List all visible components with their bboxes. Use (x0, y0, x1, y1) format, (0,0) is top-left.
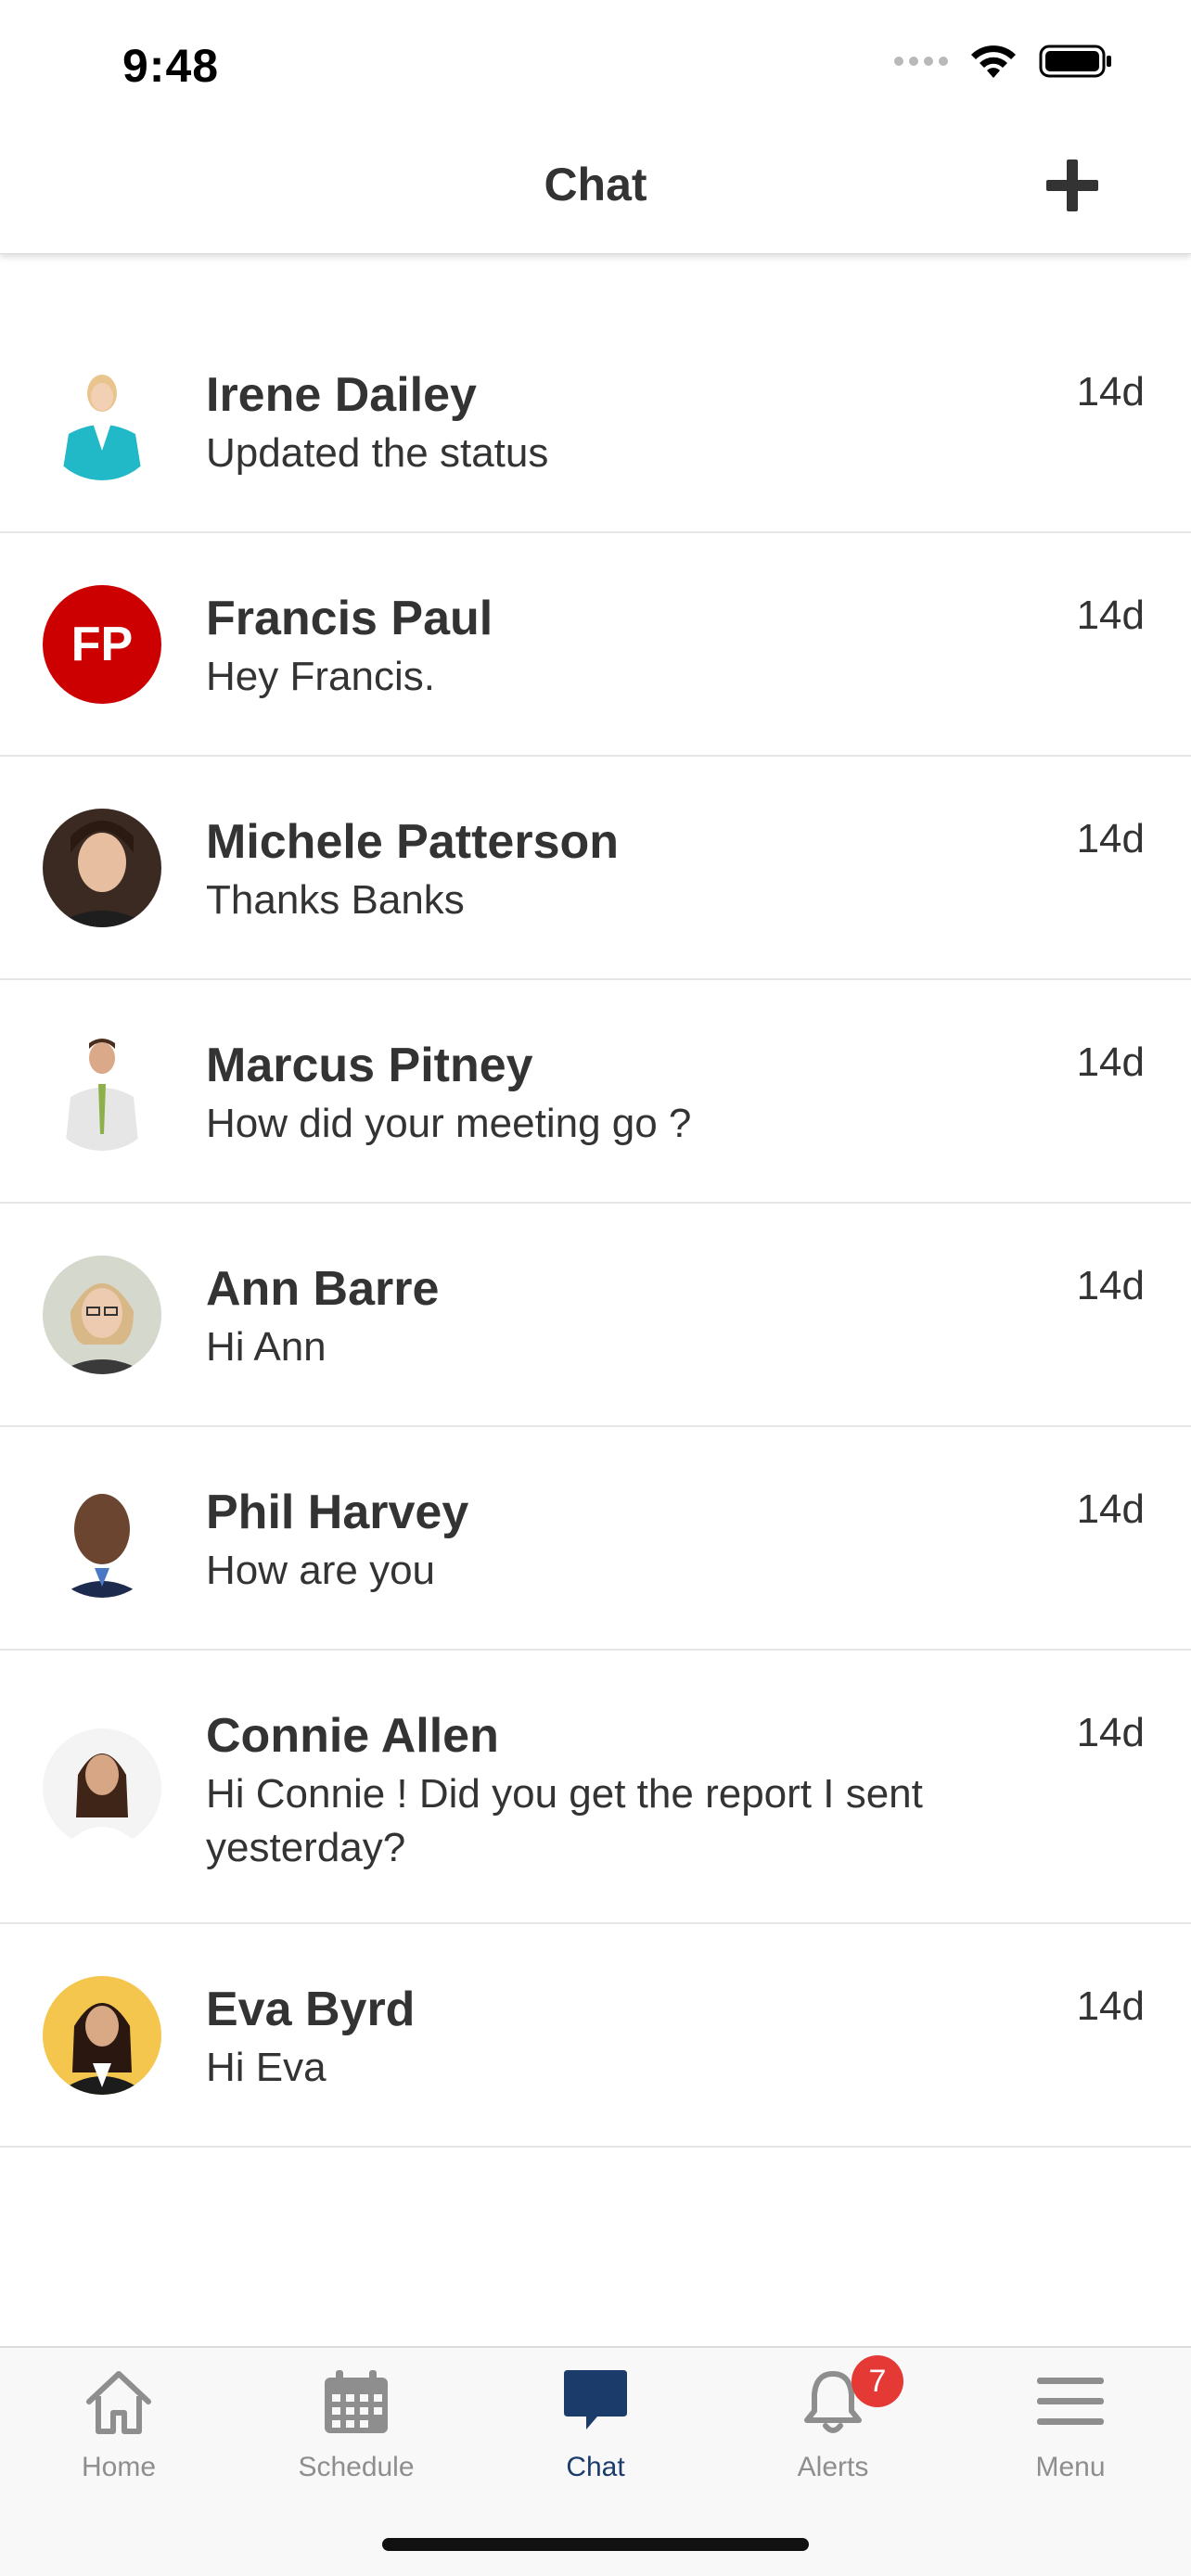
contact-name: Connie Allen (206, 1709, 499, 1763)
chat-bubble-icon (564, 2370, 627, 2429)
message-time: 14d (1076, 1039, 1145, 1085)
last-message: How are you (206, 1548, 436, 1593)
chat-list-item[interactable]: Phil Harvey How are you 14d (0, 1427, 1191, 1651)
alerts-badge: 7 (852, 2355, 903, 2407)
initials-avatar: FP (43, 585, 161, 704)
chat-list-item[interactable]: FP Francis Paul Hey Francis. 14d (0, 533, 1191, 757)
avatar (43, 1032, 161, 1151)
status-time: 9:48 (122, 40, 220, 92)
last-message: How did your meeting go ? (206, 1101, 692, 1146)
contact-name: Francis Paul (206, 592, 493, 645)
navigation-bar: Chat (0, 130, 1191, 254)
message-time: 14d (1076, 1263, 1145, 1308)
chat-list-item[interactable]: Irene Dailey Updated the status 14d (0, 310, 1191, 533)
chat-list-item[interactable]: Ann Barre Hi Ann 14d (0, 1204, 1191, 1427)
wifi-icon (971, 45, 1016, 78)
status-icons (894, 43, 1113, 80)
plus-icon (1046, 159, 1098, 211)
chat-list: Irene Dailey Updated the status 14d FP F… (0, 310, 1191, 2148)
hamburger-icon (1037, 2378, 1104, 2425)
contact-name: Phil Harvey (206, 1486, 469, 1539)
contact-name: Eva Byrd (206, 1983, 416, 2036)
message-time: 14d (1076, 593, 1145, 638)
chat-list-item[interactable]: Connie Allen Hi Connie ! Did you get the… (0, 1651, 1191, 1924)
contact-name: Irene Dailey (206, 368, 477, 422)
last-message: Hi Eva (206, 2045, 327, 2090)
home-icon (86, 2371, 151, 2434)
message-time: 14d (1076, 816, 1145, 861)
home-indicator[interactable] (382, 2538, 809, 2551)
page-title: Chat (544, 159, 647, 210)
avatar (43, 1479, 161, 1598)
last-message: Hey Francis. (206, 654, 435, 699)
contact-name: Marcus Pitney (206, 1039, 533, 1092)
contact-name: Michele Patterson (206, 815, 620, 869)
last-message: Hi Ann (206, 1324, 327, 1370)
avatar-initials: FP (70, 618, 134, 671)
cellular-signal-icon (894, 57, 948, 66)
tab-home[interactable]: Home (0, 2348, 237, 2487)
tab-alerts[interactable]: 7 Alerts (714, 2348, 952, 2487)
chat-list-item[interactable]: Michele Patterson Thanks Banks 14d (0, 757, 1191, 980)
battery-icon (1039, 45, 1111, 78)
message-time: 14d (1076, 1983, 1145, 2029)
tab-label: Alerts (797, 2452, 869, 2482)
last-message: Hi Connie ! Did you get the report I sen… (206, 1771, 923, 1870)
message-time: 14d (1076, 1710, 1145, 1755)
last-message: Thanks Banks (206, 877, 465, 923)
new-chat-button[interactable] (1043, 156, 1102, 215)
tab-label: Menu (1035, 2452, 1106, 2482)
tab-chat[interactable]: Chat (477, 2348, 714, 2487)
chat-list-item[interactable]: Marcus Pitney How did your meeting go ? … (0, 980, 1191, 1204)
avatar (43, 362, 161, 480)
status-bar: 9:48 (0, 0, 1191, 130)
avatar (43, 1256, 161, 1374)
tab-label: Chat (566, 2452, 625, 2482)
tab-label: Schedule (298, 2452, 415, 2482)
avatar (43, 1728, 161, 1847)
last-message: Updated the status (206, 430, 549, 476)
avatar (43, 1976, 161, 2095)
calendar-icon (325, 2370, 388, 2433)
message-time: 14d (1076, 369, 1145, 414)
tab-menu[interactable]: Menu (952, 2348, 1189, 2487)
message-time: 14d (1076, 1486, 1145, 1532)
chat-list-item[interactable]: Eva Byrd Hi Eva 14d (0, 1924, 1191, 2148)
avatar (43, 809, 161, 927)
tab-schedule[interactable]: Schedule (237, 2348, 475, 2487)
tab-label: Home (81, 2452, 157, 2482)
contact-name: Ann Barre (206, 1262, 440, 1316)
